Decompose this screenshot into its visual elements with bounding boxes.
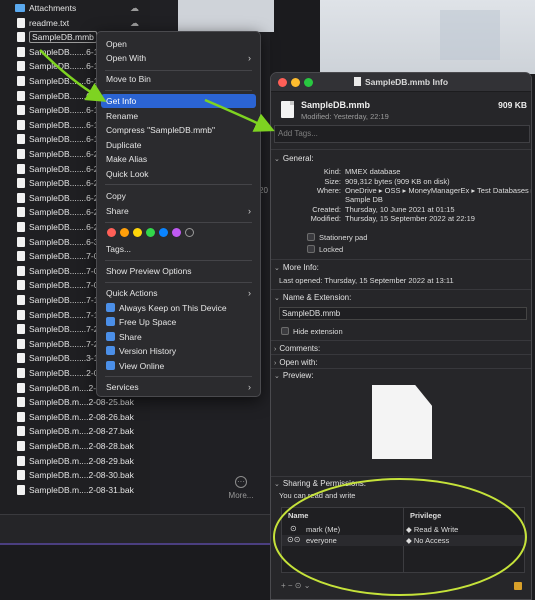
annotation-overlay [39, 49, 527, 596]
annotation-arrow [39, 49, 107, 102]
annotation-arrow [204, 98, 275, 132]
annotation-ellipse [273, 478, 527, 596]
